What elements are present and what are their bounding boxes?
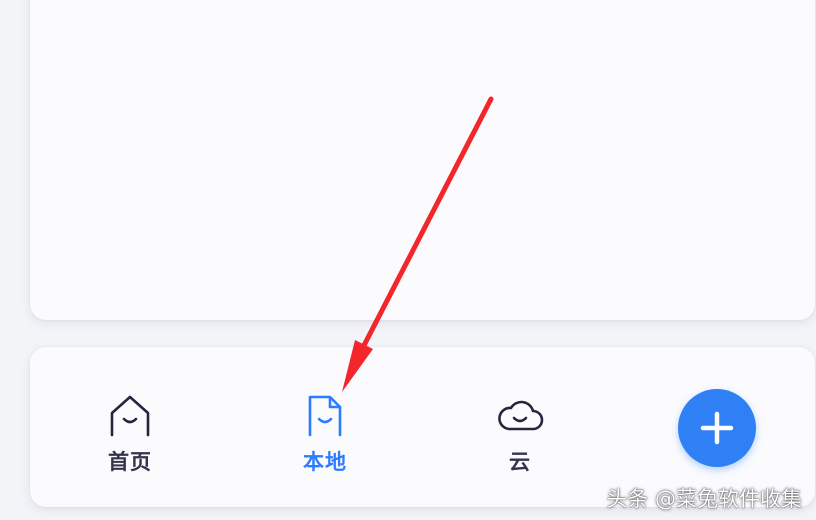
- add-button[interactable]: [678, 389, 756, 467]
- content-card: [30, 0, 815, 320]
- nav-item-home[interactable]: 首页: [70, 391, 190, 481]
- nav-local-label: 本地: [303, 450, 347, 474]
- nav-cloud-label: 云: [509, 450, 531, 474]
- nav-home-label: 首页: [108, 450, 152, 474]
- watermark: 头条 @菜兔软件收集: [606, 487, 802, 511]
- nav-item-local[interactable]: 本地: [265, 391, 385, 481]
- cloud-icon: [498, 400, 544, 431]
- plus-icon: [700, 411, 734, 445]
- nav-item-cloud[interactable]: 云: [460, 391, 580, 481]
- bottom-navigation-bar: 首页 本地 云: [30, 347, 815, 507]
- local-file-icon: [308, 395, 342, 437]
- home-icon: [110, 395, 150, 437]
